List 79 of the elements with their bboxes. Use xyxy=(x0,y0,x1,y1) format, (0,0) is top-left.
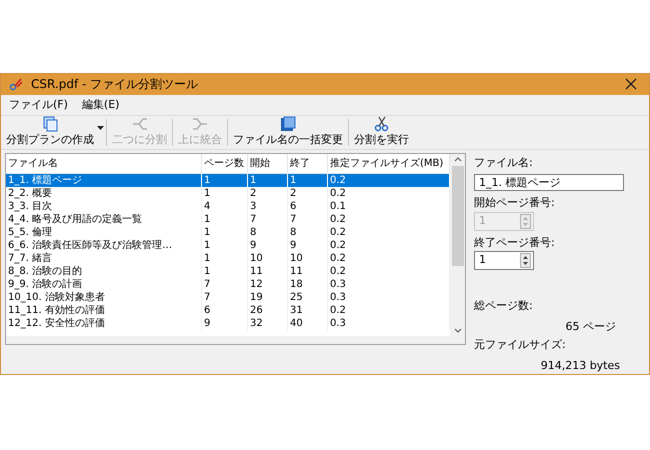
table-cell: 2_2. 概要 xyxy=(6,186,202,200)
vertical-scrollbar[interactable] xyxy=(450,154,465,336)
field-label: 終了ページ番号: xyxy=(474,234,556,250)
split-arrows-icon xyxy=(132,116,148,132)
table-cell: 7_7. 緒言 xyxy=(6,252,202,264)
toolbar-button[interactable]: ファイル名の一括変更 xyxy=(230,116,346,148)
table-cell: 25 xyxy=(288,290,328,304)
table-cell: 1 xyxy=(288,174,328,186)
table-cell: 8_8. 治験の目的 xyxy=(6,264,202,278)
table-cell: 11_11. 有効性の評価 xyxy=(6,304,202,316)
table-cell: 7 xyxy=(288,212,328,226)
table-cell: 8 xyxy=(248,226,288,238)
spinner-value: 1 xyxy=(478,252,487,268)
table-cell: 1 xyxy=(202,238,248,252)
column-header[interactable]: ページ数 xyxy=(202,154,248,172)
table-cell: 9 xyxy=(288,238,328,252)
close-icon[interactable] xyxy=(625,78,637,90)
horizontal-scrollbar[interactable] xyxy=(6,336,465,344)
page-number-spinner[interactable]: 1 xyxy=(474,251,534,270)
caret-icon[interactable] xyxy=(97,126,104,131)
table-cell: 40 xyxy=(288,316,328,330)
table-cell: 12 xyxy=(248,278,288,290)
table-cell: 9_9. 治験の計画 xyxy=(6,278,202,290)
table-cell: 11 xyxy=(288,264,328,278)
table-cell: 1 xyxy=(248,174,288,186)
field-label: 元ファイルサイズ: xyxy=(474,337,567,353)
field-label: 開始ページ番号: xyxy=(474,195,556,211)
table-cell: 6_6. 治験責任医師等及び治験管理… xyxy=(6,238,202,252)
table-cell: 1 xyxy=(202,174,248,186)
table-row[interactable]: 1_1. 標題ページ 1 1 1 0.2 xyxy=(6,174,450,186)
spinner-value: 1 xyxy=(478,212,487,229)
field-label: 総ページ数: xyxy=(474,298,534,314)
up-down-arrows-icon[interactable] xyxy=(520,253,531,268)
table-cell: 4 xyxy=(202,200,248,212)
table-cell: 18 xyxy=(288,278,328,290)
file-name-field[interactable]: 1_1. 標題ページ xyxy=(474,174,624,191)
table-cell: 9 xyxy=(202,316,248,330)
table-cell: 5_5. 倫理 xyxy=(6,226,202,238)
table-cell: 9 xyxy=(248,238,288,252)
menu-item[interactable]: 編集(E) xyxy=(82,96,120,113)
table-cell: 1 xyxy=(202,252,248,264)
total-pages-value: 65 ページ xyxy=(566,318,616,334)
scrollbar-thumb[interactable] xyxy=(452,166,464,266)
table-cell: 31 xyxy=(288,304,328,316)
table-cell: 4_4. 略号及び用語の定義一覧 xyxy=(6,212,202,226)
table-cell: 3_3. 目次 xyxy=(6,200,202,212)
table-cell: 3 xyxy=(248,200,288,212)
column-header[interactable]: 終了 xyxy=(288,154,328,172)
column-header[interactable]: 開始 xyxy=(248,154,288,172)
table-cell: 1 xyxy=(202,186,248,200)
table-cell: 7 xyxy=(202,278,248,290)
toolbar-button[interactable]: 分割を実行 xyxy=(351,116,412,148)
table-cell: 6 xyxy=(288,200,328,212)
table-cell: 1 xyxy=(202,226,248,238)
table-cell: 32 xyxy=(248,316,288,330)
file-size-value: 914,213 bytes xyxy=(540,358,620,374)
table-cell: 2 xyxy=(288,186,328,200)
toolbar-button[interactable]: 分割プランの作成 xyxy=(3,116,97,148)
table-cell: 7 xyxy=(202,290,248,304)
table-cell: 11 xyxy=(248,264,288,278)
field-label: ファイル名: xyxy=(474,154,534,170)
table-cell: 12_12. 安全性の評価 xyxy=(6,316,202,330)
documents-icon xyxy=(280,116,296,132)
table-cell: 10 xyxy=(288,252,328,264)
table-cell: 1_1. 標題ページ xyxy=(6,174,202,186)
table-cell: 10 xyxy=(248,252,288,264)
table-cell: 1 xyxy=(202,264,248,278)
merge-arrows-icon xyxy=(192,116,208,132)
column-header[interactable]: ファイル名 xyxy=(6,154,202,172)
table-cell: 8 xyxy=(288,226,328,238)
table-cell: 19 xyxy=(248,290,288,304)
table-cell: 2 xyxy=(248,186,288,200)
table-cell: 1 xyxy=(202,212,248,226)
table-cell: 7 xyxy=(248,212,288,226)
window-title: CSR.pdf - ファイル分割ツール xyxy=(31,76,200,94)
table-cell: 6 xyxy=(202,304,248,316)
table-cell: 10_10. 治験対象患者 xyxy=(6,290,202,304)
menu-item[interactable]: ファイル(F) xyxy=(9,96,68,113)
table-cell: 26 xyxy=(248,304,288,316)
